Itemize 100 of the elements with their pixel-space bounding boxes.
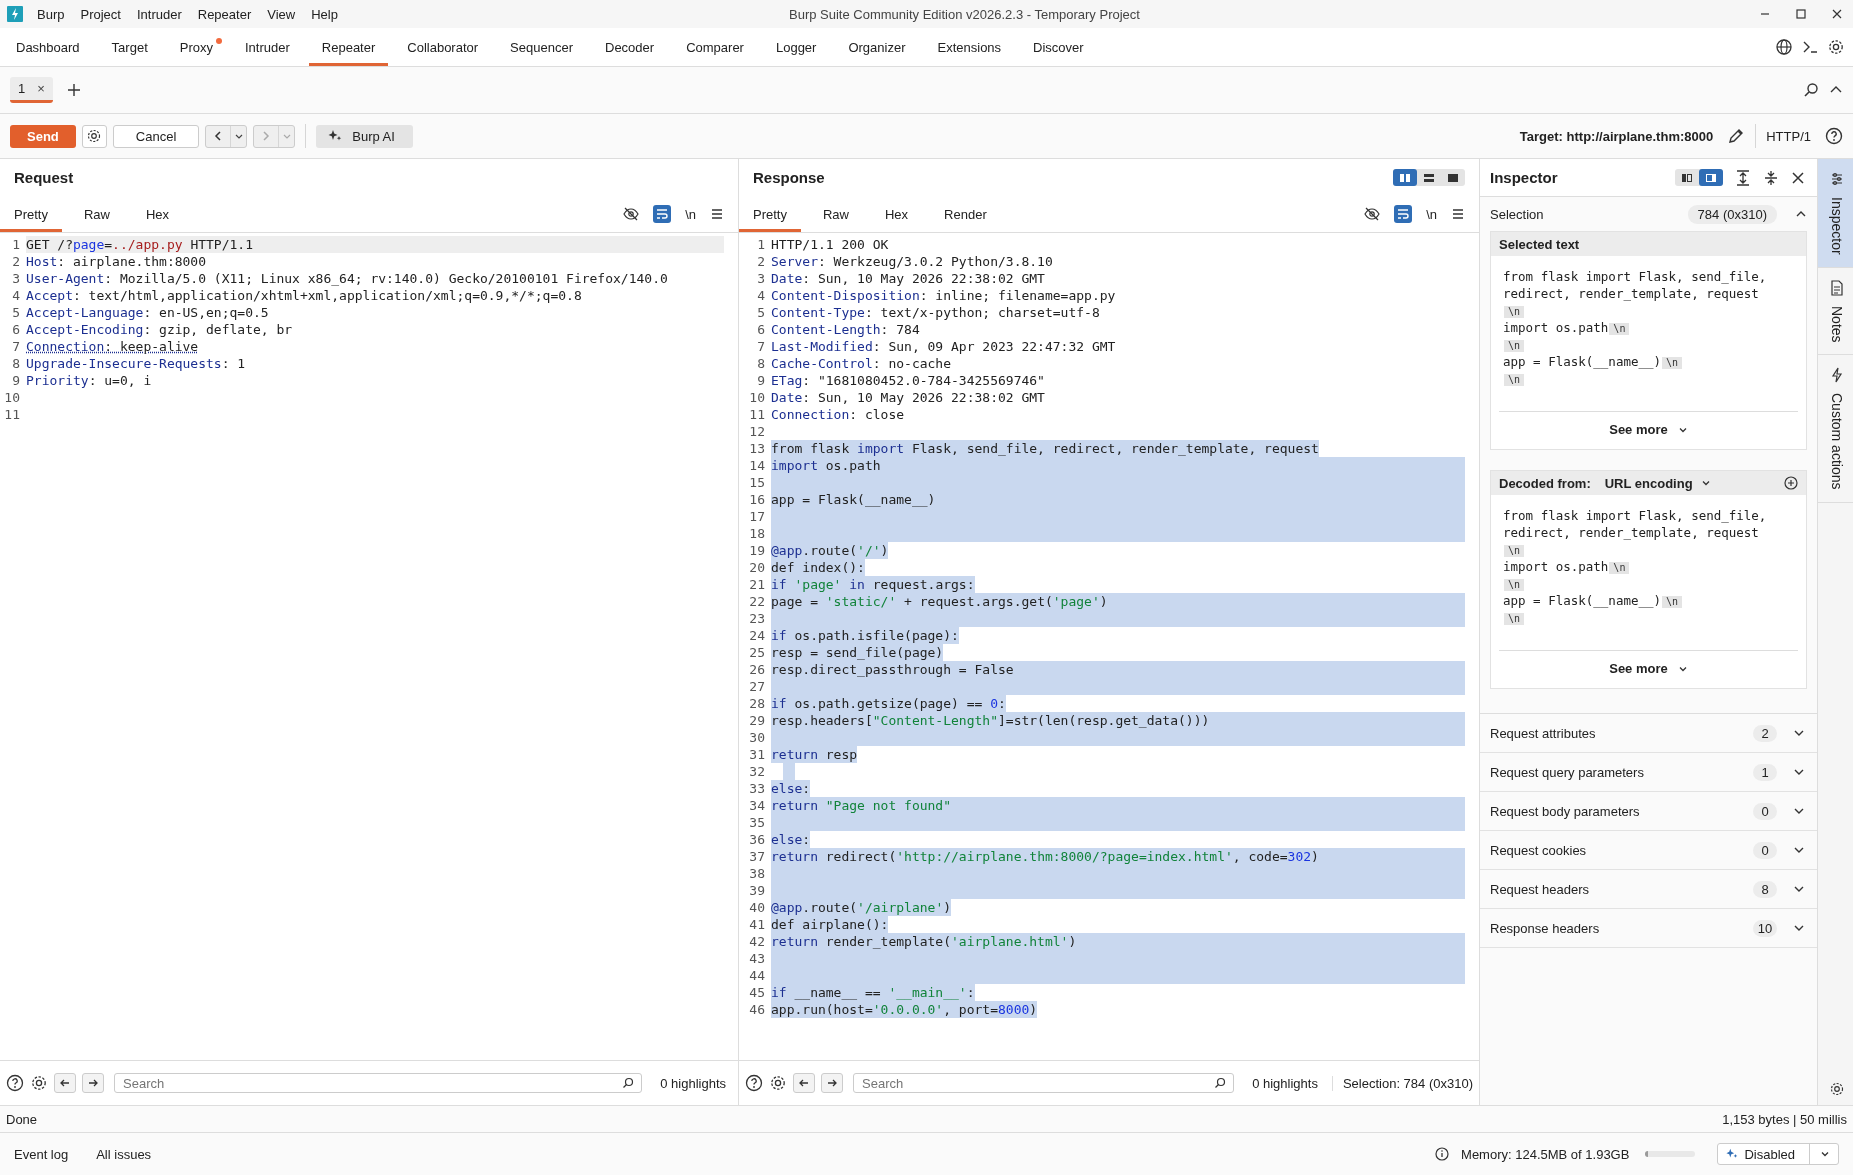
view-tab[interactable]: Pretty <box>739 196 801 232</box>
layout-toggle[interactable] <box>1393 169 1417 186</box>
memory-usage: Memory: 124.5MB of 1.93GB <box>1461 1146 1630 1162</box>
view-tab[interactable]: Pretty <box>0 196 62 232</box>
card-title: Decoded from: <box>1499 475 1591 491</box>
inspector-section[interactable]: Request attributes 2 <box>1480 714 1817 753</box>
previous-button[interactable] <box>54 1073 76 1093</box>
view-tab[interactable]: Render <box>930 196 1001 232</box>
side-tab[interactable]: Notes <box>1818 267 1853 356</box>
add-tab-icon[interactable] <box>66 83 81 97</box>
search-field[interactable]: Search <box>114 1073 643 1093</box>
help-icon[interactable] <box>745 1074 763 1092</box>
line-number: 1 <box>0 236 26 253</box>
side-tab[interactable]: Inspector <box>1818 159 1853 268</box>
code-line: Cache-Control: no-cache <box>771 355 952 372</box>
tool-tab[interactable]: Logger <box>762 28 830 66</box>
search-field[interactable]: Search <box>853 1073 1235 1093</box>
hidden-eye-icon[interactable] <box>1364 206 1381 222</box>
hidden-eye-icon[interactable] <box>623 206 640 222</box>
tool-tab[interactable]: Dashboard <box>3 28 93 66</box>
info-icon <box>1435 1147 1450 1161</box>
inspector-section[interactable]: Request cookies 0 <box>1480 831 1817 870</box>
menu-item[interactable]: Burp <box>37 6 65 22</box>
close-icon[interactable] <box>1791 170 1805 185</box>
menu-item[interactable]: Project <box>80 6 121 22</box>
search-icon[interactable] <box>1214 1077 1227 1089</box>
see-more-button[interactable]: See more <box>1609 422 1688 437</box>
newline-badge: \n <box>1504 545 1525 557</box>
inspector-section[interactable]: Response headers 10 <box>1480 909 1817 948</box>
view-tab[interactable]: Hex <box>132 196 184 232</box>
menu-icon[interactable] <box>710 207 724 221</box>
view-tab[interactable]: Hex <box>871 196 923 232</box>
side-tab[interactable]: Custom actions <box>1818 355 1853 503</box>
tool-tab[interactable]: Target <box>98 28 161 66</box>
inspector-section[interactable]: Request body parameters 0 <box>1480 792 1817 831</box>
inspector-section[interactable]: Request headers 8 <box>1480 870 1817 909</box>
settings-icon[interactable] <box>30 1074 48 1092</box>
lightning-icon <box>1829 367 1845 384</box>
protocol-label[interactable]: HTTP/1 <box>1766 128 1811 144</box>
target-label: Target: http://airplane.thm:8000 <box>1519 128 1714 144</box>
menu-item[interactable]: Help <box>311 6 338 22</box>
newline-toggle[interactable]: \n <box>685 206 696 222</box>
close-tab-button[interactable]: × <box>37 81 45 96</box>
code-text: app = Flask(__name__) <box>1503 354 1662 369</box>
window-title: Burp Suite Community Edition v2026.2.3 - Temporary Project <box>788 6 1141 22</box>
tool-tab[interactable]: Extensions <box>924 28 1015 66</box>
gear-icon <box>86 128 103 144</box>
settings-icon[interactable] <box>769 1074 787 1092</box>
menu-icon[interactable] <box>1451 207 1465 221</box>
menu-item[interactable]: Repeater <box>197 6 252 22</box>
cancel-button[interactable]: Cancel <box>112 124 200 148</box>
help-icon[interactable] <box>6 1074 24 1092</box>
layout-toggle[interactable] <box>1699 169 1723 186</box>
session-tab[interactable]: 1 × <box>10 77 53 103</box>
burp-ai-button[interactable]: Burp AI <box>316 124 413 148</box>
newline-badge: \n <box>1504 613 1525 625</box>
wrap-text-icon[interactable] <box>1394 205 1413 223</box>
search-icon[interactable] <box>1803 82 1819 98</box>
code-text: app = Flask(__name__) <box>1503 593 1662 608</box>
menu-item[interactable]: View <box>267 6 296 22</box>
settings-icon[interactable] <box>1829 1081 1845 1097</box>
next-button[interactable] <box>821 1073 843 1093</box>
tool-tab[interactable]: Decoder <box>592 28 668 66</box>
tool-tab[interactable]: Organizer <box>835 28 919 66</box>
ai-status-button[interactable]: Disabled <box>1717 1143 1839 1165</box>
maximize-icon[interactable] <box>1795 8 1807 20</box>
tool-tab[interactable]: Collaborator <box>394 28 492 66</box>
send-button[interactable]: Send <box>10 124 76 148</box>
help-icon[interactable] <box>1825 127 1843 145</box>
layout-icon <box>1705 171 1717 184</box>
newline-toggle[interactable]: \n <box>1426 206 1437 222</box>
encoding-dropdown[interactable]: URL encoding <box>1604 475 1711 491</box>
menu-item[interactable]: Intruder <box>136 6 182 22</box>
layout-icon <box>1681 171 1693 184</box>
close-icon[interactable] <box>1831 8 1843 20</box>
settings-button[interactable] <box>81 124 107 148</box>
collapse-all-icon[interactable] <box>1763 169 1779 186</box>
tool-tab[interactable]: Comparer <box>673 28 757 66</box>
expand-all-icon[interactable] <box>1735 169 1751 186</box>
previous-button[interactable] <box>793 1073 815 1093</box>
see-more-button[interactable]: See more <box>1609 661 1688 676</box>
next-button[interactable] <box>82 1073 104 1093</box>
inspector-section[interactable]: Request query parameters 1 <box>1480 753 1817 792</box>
settings-icon[interactable] <box>1827 38 1845 56</box>
code-line: Date: Sun, 10 May 2026 22:38:02 GMT <box>771 270 1045 287</box>
tool-tab[interactable]: Proxy <box>166 28 226 66</box>
view-tab[interactable]: Raw <box>808 196 863 232</box>
footer-link[interactable]: Event log <box>14 1146 69 1162</box>
search-icon[interactable] <box>622 1077 635 1089</box>
globe-icon[interactable] <box>1775 38 1793 56</box>
newline-badge: \n <box>1662 596 1683 608</box>
tool-tab[interactable]: Intruder <box>232 28 303 66</box>
code-line: Accept: text/html,application/xhtml+xml,application/xml;q=0.9,*/*;q=0.8 <box>26 287 582 304</box>
footer-link[interactable]: All issues <box>96 1146 152 1162</box>
caret-icon <box>1820 1149 1830 1159</box>
tool-tab[interactable]: Discover <box>1020 28 1097 66</box>
add-circle-icon[interactable] <box>1784 476 1798 490</box>
wrap-text-icon[interactable] <box>653 205 672 223</box>
tool-tab[interactable]: Sequencer <box>497 28 586 66</box>
view-tab[interactable]: Raw <box>69 196 124 232</box>
